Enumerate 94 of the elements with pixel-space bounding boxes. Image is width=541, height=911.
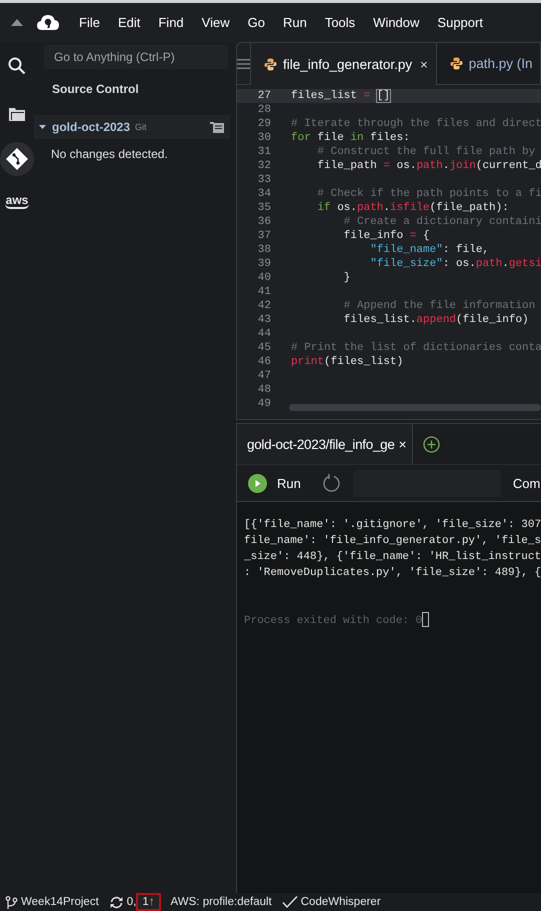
- code-line: print(files_list): [291, 355, 404, 369]
- status-message: No changes detected.: [51, 147, 168, 161]
- output-line: file_name': 'file_info_generator.py', 'file_s: [244, 534, 541, 549]
- line-number: 49: [256, 397, 271, 411]
- code-line: # Append the file information: [342, 299, 536, 313]
- folder-icon: [9, 107, 25, 121]
- caret-icon: [39, 125, 46, 129]
- line-number: 41: [256, 285, 271, 299]
- run-button[interactable]: Run: [248, 474, 301, 492]
- line-number: 29: [256, 117, 271, 131]
- menu-item[interactable]: Edit: [108, 15, 150, 30]
- line-number: 34: [256, 187, 271, 201]
- code-line: # Print the list of dictionaries conta: [291, 341, 541, 355]
- menu-item[interactable]: Window: [364, 15, 428, 30]
- code-line: for file in files:: [291, 131, 411, 145]
- line-number: 37: [256, 229, 271, 243]
- editor-tab[interactable]: path.py (In: [436, 43, 541, 84]
- line-number: 31: [256, 145, 271, 159]
- branch-icon: [5, 896, 18, 908]
- code-line: # Construct the full file path by: [316, 145, 536, 159]
- code-line: # Check if the path points to a fi: [316, 187, 541, 201]
- code-line: if os.path.isfile(file_path):: [316, 201, 510, 215]
- scrollbar[interactable]: [289, 404, 541, 411]
- panel-title: Source Control: [52, 82, 139, 96]
- code-line: file_info = {: [342, 229, 431, 243]
- close-icon[interactable]: ×: [398, 436, 406, 452]
- code-line: files_list = []: [291, 89, 392, 103]
- repository-type: Git: [135, 122, 147, 132]
- code-line: # Iterate through the files and direct: [291, 117, 541, 131]
- menu-item[interactable]: Run: [274, 15, 316, 30]
- add-icon[interactable]: [423, 436, 440, 452]
- line-number: 38: [256, 243, 271, 257]
- menu-item[interactable]: Go: [238, 15, 274, 30]
- status-item[interactable]: AWS: profile:default: [170, 893, 272, 911]
- line-number: 45: [256, 341, 271, 355]
- line-number: 44: [256, 327, 271, 341]
- git-button[interactable]: [0, 142, 34, 176]
- editor-tab[interactable]: file_info_generator.py ×: [251, 43, 437, 85]
- menu-item[interactable]: Find: [149, 15, 193, 30]
- line-number: 27: [256, 89, 271, 103]
- tab-label: path.py (In: [468, 56, 532, 71]
- checkmark-icon: [282, 896, 298, 908]
- code-line: "file_size": os.path.getsi: [369, 257, 541, 271]
- output-line: : 'RemoveDuplicates.py', 'file_size': 489}, {: [244, 566, 541, 581]
- line-number: 33: [256, 173, 271, 187]
- line-number: 42: [256, 299, 271, 313]
- tab-label: gold-oct-2023/file_info_ge: [247, 436, 395, 452]
- repository-name: gold-oct-2023: [52, 120, 130, 134]
- line-number: 32: [256, 159, 271, 173]
- menu-item[interactable]: Support: [428, 15, 492, 30]
- list-icon[interactable]: [210, 122, 224, 132]
- tab-label: file_info_generator.py: [283, 56, 412, 72]
- line-number: 36: [256, 215, 271, 229]
- code-line: "file_name": file,: [369, 243, 490, 257]
- output-line: [{'file_name': '.gitignore', 'file_size': 307: [244, 518, 541, 533]
- line-number: 48: [256, 383, 271, 397]
- line-number: 39: [256, 257, 271, 271]
- code-line: file_path = os.path.join(current_d: [316, 159, 541, 173]
- repository-header[interactable]: gold-oct-2023 Git: [34, 115, 230, 139]
- line-number: 47: [256, 369, 271, 383]
- python-icon: [450, 57, 463, 70]
- status-item[interactable]: Week14Project: [5, 893, 99, 911]
- status-item[interactable]: 1↑: [136, 893, 161, 911]
- search-icon: [8, 57, 26, 75]
- code-line: }: [342, 271, 352, 285]
- close-icon[interactable]: ×: [420, 56, 428, 72]
- play-icon: [248, 474, 267, 492]
- terminal-tab[interactable]: gold-oct-2023/file_info_ge ×: [237, 424, 413, 464]
- sync-icon: [108, 896, 124, 908]
- python-icon: [264, 58, 277, 70]
- line-number: 28: [256, 103, 271, 117]
- menu-icon: [237, 58, 250, 68]
- line-number: 43: [256, 313, 271, 327]
- line-number: 35: [256, 201, 271, 215]
- output-line: _size': 448}, {'file_name': 'HR_list_instruct: [244, 550, 541, 565]
- status-item[interactable]: CodeWhisperer: [282, 893, 381, 911]
- text-cursor: [422, 612, 430, 627]
- line-number: 46: [256, 355, 271, 369]
- code-line: files_list.append(file_info): [342, 313, 530, 327]
- code-line: # Create a dictionary containi: [342, 215, 541, 229]
- aws-logo-button[interactable]: aws: [4, 195, 30, 209]
- collapse-icon[interactable]: [11, 18, 23, 26]
- git-icon: [6, 148, 28, 170]
- search-field[interactable]: Go to Anything (Ctrl-P): [44, 45, 228, 69]
- line-number: 30: [256, 131, 271, 145]
- cloud-logo-icon: [37, 14, 59, 30]
- restart-icon[interactable]: [322, 474, 341, 492]
- command-label: Com: [512, 476, 540, 490]
- exit-message: Process exited with code: 0: [244, 614, 422, 629]
- menu-item[interactable]: View: [192, 15, 239, 30]
- menu-item[interactable]: Tools: [316, 15, 364, 30]
- menu-item[interactable]: File: [70, 15, 109, 30]
- line-number: 40: [256, 271, 271, 285]
- status-item[interactable]: 0,: [108, 893, 136, 911]
